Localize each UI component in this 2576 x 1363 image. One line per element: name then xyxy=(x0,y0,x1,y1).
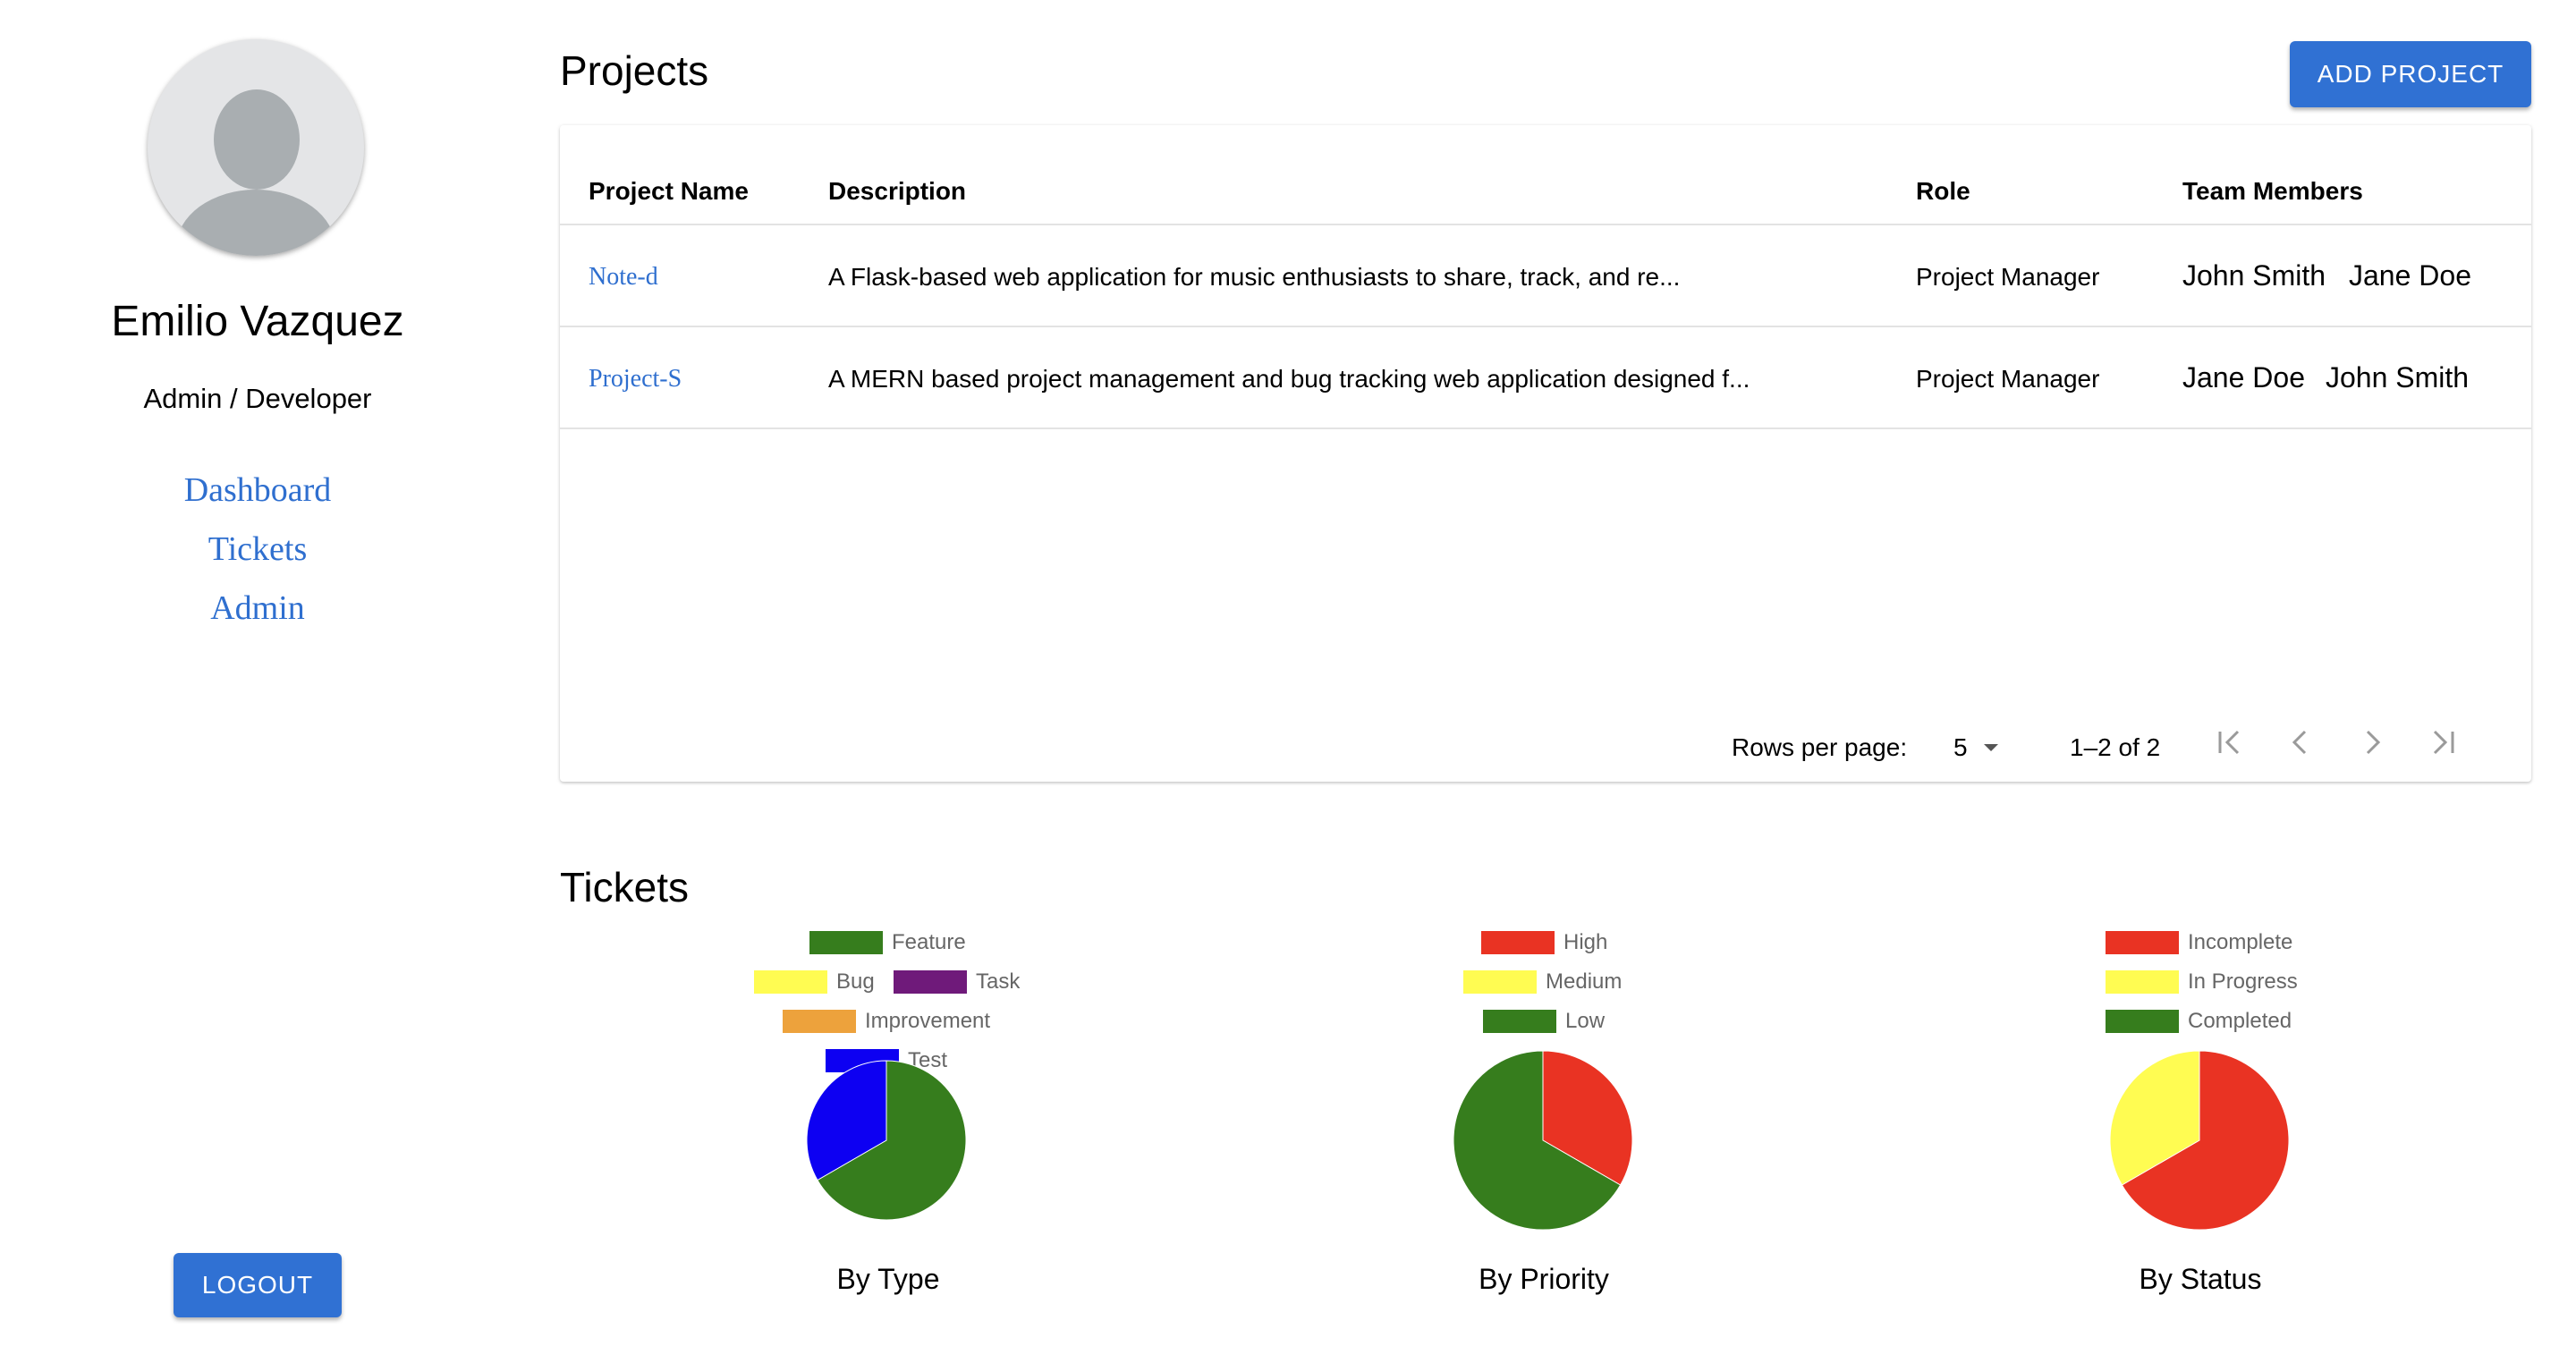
user-name: Emilio Vazquez xyxy=(111,298,404,345)
chart-caption: By Type xyxy=(836,1263,940,1295)
legend-item[interactable]: Completed xyxy=(2106,1009,2292,1034)
team-member: Jane Doe xyxy=(2349,259,2471,292)
project-link-project-s[interactable]: Project-S xyxy=(589,365,682,394)
rows-per-page-select[interactable]: 5 xyxy=(1953,733,2002,762)
nav-link-dashboard[interactable]: Dashboard xyxy=(0,470,515,510)
legend-swatch xyxy=(2106,931,2179,954)
row-divider xyxy=(560,428,2531,429)
legend-swatch xyxy=(754,970,827,994)
logout-button[interactable]: LOGOUT xyxy=(174,1253,342,1317)
table-row[interactable]: Note-d A Flask-based web application for… xyxy=(560,225,2531,326)
project-role: Project Manager xyxy=(1916,365,2100,393)
first-page-icon[interactable] xyxy=(2211,724,2247,760)
legend-item[interactable]: Medium xyxy=(1463,969,1622,995)
previous-page-icon[interactable] xyxy=(2283,724,2318,760)
legend-swatch xyxy=(894,970,967,994)
priority-pie-chart xyxy=(1453,1050,1633,1231)
avatar-head-shape xyxy=(214,89,300,190)
legend-item[interactable]: Feature xyxy=(809,930,966,955)
legend-label: Feature xyxy=(892,930,966,954)
last-page-icon[interactable] xyxy=(2426,724,2462,760)
legend-swatch xyxy=(2106,970,2179,994)
tickets-heading: Tickets xyxy=(560,864,689,910)
legend-swatch xyxy=(783,1010,856,1033)
legend-label: In Progress xyxy=(2188,969,2298,994)
nav-link-admin[interactable]: Admin xyxy=(0,588,515,628)
legend-item[interactable]: In Progress xyxy=(2106,969,2298,995)
rows-per-page-value: 5 xyxy=(1953,733,1968,761)
legend-label: Low xyxy=(1565,1009,1606,1033)
status-pie-chart xyxy=(2109,1050,2290,1231)
project-description: A Flask-based web application for music … xyxy=(828,263,1681,291)
chart-caption: By Status xyxy=(2139,1263,2262,1295)
legend-item[interactable]: High xyxy=(1481,930,1607,955)
legend-swatch xyxy=(1483,1010,1556,1033)
project-link-note-d[interactable]: Note-d xyxy=(589,263,658,292)
legend-label: Bug xyxy=(836,969,875,994)
chart-caption: By Priority xyxy=(1479,1263,1609,1295)
legend-item[interactable]: Bug xyxy=(754,969,875,995)
legend-item[interactable]: Improvement xyxy=(783,1009,990,1034)
pagination-range: 1–2 of 2 xyxy=(2070,733,2161,761)
legend-item[interactable]: Task xyxy=(894,969,1020,995)
table-row[interactable]: Project-S A MERN based project managemen… xyxy=(560,327,2531,428)
nav-link-tickets[interactable]: Tickets xyxy=(0,529,515,569)
team-member: John Smith xyxy=(2182,259,2326,292)
column-header-team-members[interactable]: Team Members xyxy=(2182,177,2363,206)
user-role: Admin / Developer xyxy=(143,383,372,414)
caret-down-icon xyxy=(1983,744,1998,751)
add-project-button[interactable]: ADD PROJECT xyxy=(2290,41,2531,107)
project-description: A MERN based project management and bug … xyxy=(828,365,1750,393)
legend-item[interactable]: Low xyxy=(1483,1009,1605,1034)
rows-per-page-label: Rows per page: xyxy=(1732,733,1908,761)
projects-table: Project Name Description Role Team Membe… xyxy=(560,125,2531,782)
legend-label: Incomplete xyxy=(2188,930,2293,954)
next-page-icon[interactable] xyxy=(2354,724,2390,760)
legend-swatch xyxy=(1481,931,1555,954)
team-member: John Smith xyxy=(2326,361,2470,394)
legend-label: High xyxy=(1563,930,1608,954)
legend-label: Task xyxy=(976,969,1021,994)
team-member: Jane Doe xyxy=(2182,361,2305,394)
avatar xyxy=(148,39,364,256)
legend-label: Completed xyxy=(2188,1009,2292,1033)
column-header-role[interactable]: Role xyxy=(1916,177,1970,206)
column-header-project-name[interactable]: Project Name xyxy=(589,177,749,206)
legend-swatch xyxy=(809,931,883,954)
legend-item[interactable]: Incomplete xyxy=(2106,930,2292,955)
type-pie-chart xyxy=(806,1060,967,1221)
legend-label: Improvement xyxy=(865,1009,991,1033)
legend-swatch xyxy=(2106,1010,2179,1033)
avatar-body-shape xyxy=(176,190,335,256)
project-role: Project Manager xyxy=(1916,263,2100,291)
legend-label: Medium xyxy=(1546,969,1623,994)
column-header-description[interactable]: Description xyxy=(828,177,966,206)
projects-heading: Projects xyxy=(560,47,709,94)
legend-swatch xyxy=(1463,970,1537,994)
